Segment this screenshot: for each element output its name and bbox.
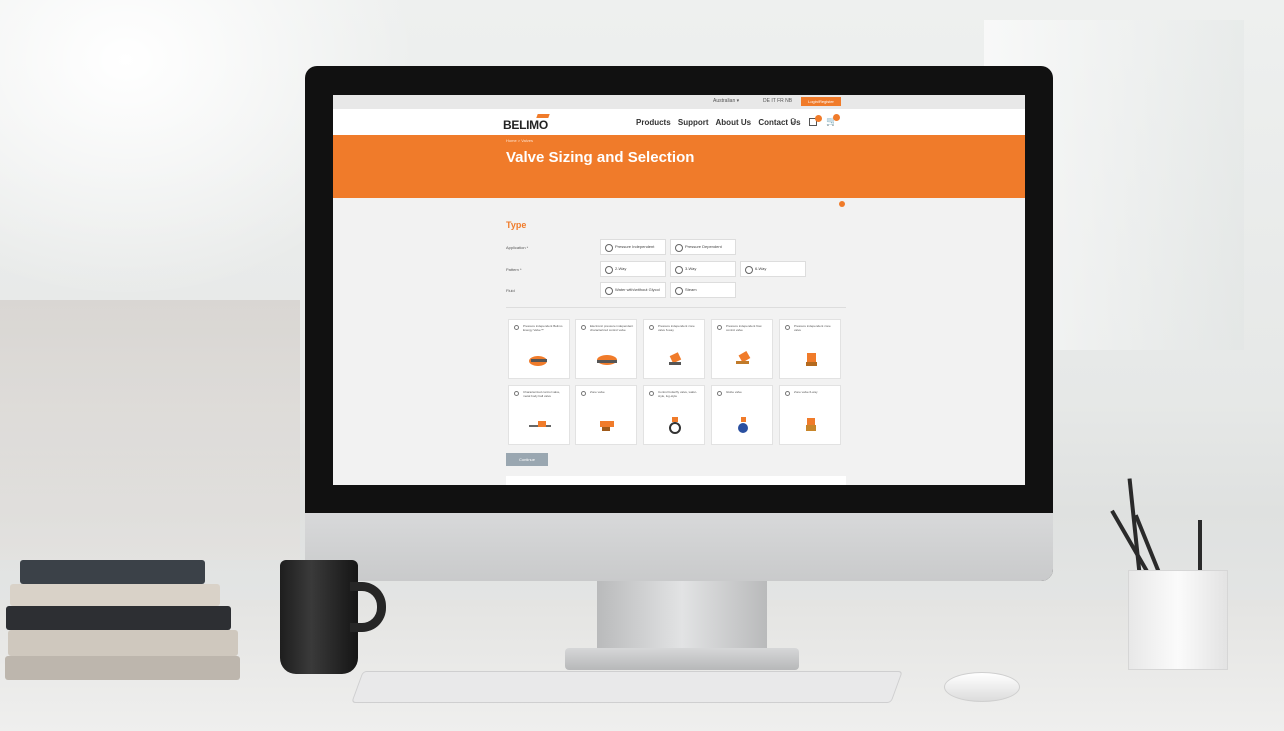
hero-banner: Home > Valves Valve Sizing and Selection (333, 135, 1025, 198)
belimo-logo[interactable]: BELIMO (503, 118, 548, 132)
nav-support[interactable]: Support (678, 118, 709, 127)
monitor-chin (305, 513, 1053, 581)
product-card[interactable]: Control butterfly valve, wafer-style, lu… (643, 385, 705, 445)
product-card[interactable]: Characterized control valve, metal body … (508, 385, 570, 445)
page-title: Valve Sizing and Selection (506, 149, 695, 166)
product-radio[interactable] (785, 391, 790, 396)
product-card[interactable]: Pressure independent zone valve 6-way (643, 319, 705, 379)
background-shelf (0, 300, 300, 560)
book (8, 630, 238, 656)
product-label: Pressure independent zone valve 6-way (658, 324, 695, 332)
site-header: BELIMO Products Support About Us Contact… (333, 109, 1025, 135)
product-radio[interactable] (649, 391, 654, 396)
option-3-way[interactable]: 3-Way (670, 261, 736, 277)
nav-products[interactable]: Products (636, 118, 671, 127)
mouse (944, 672, 1020, 702)
breadcrumb[interactable]: Home > Valves (506, 138, 533, 143)
valve-image (529, 421, 551, 427)
application-label: Application * (506, 245, 529, 250)
product-label: Characterized control valve, metal body … (523, 390, 561, 398)
language-codes[interactable]: DE IT FR NB (763, 98, 792, 104)
valve-image (806, 418, 816, 431)
option-2-way[interactable]: 2-Way (600, 261, 666, 277)
pencil (1198, 520, 1202, 575)
logo-accent (536, 114, 550, 118)
type-heading: Type (506, 220, 527, 230)
product-label: Electronic pressure independent characte… (590, 324, 634, 332)
monitor-stand-base (565, 648, 799, 670)
book (5, 656, 240, 680)
product-label: Pressure independent zone valve (794, 324, 831, 332)
product-radio[interactable] (581, 325, 586, 330)
valve-image (736, 351, 751, 364)
product-radio[interactable] (649, 325, 654, 330)
option-pressure-dependent[interactable]: Pressure Dependent (670, 239, 736, 255)
option-water-glycol[interactable]: Water with/without Glycol (600, 282, 666, 298)
valve-image (669, 352, 682, 365)
continue-button[interactable]: Continue (506, 453, 548, 466)
product-radio[interactable] (514, 325, 519, 330)
product-card[interactable]: Pressure independent zone valve (779, 319, 841, 379)
product-label: Globe valve (726, 390, 742, 394)
notebook (20, 560, 205, 584)
fluid-label: Fluid (506, 288, 515, 293)
product-label: Pressure independent flow control valve (726, 324, 762, 332)
valve-image (600, 421, 614, 431)
results-panel (506, 476, 846, 485)
keyboard (351, 671, 903, 703)
nav-about-us[interactable]: About Us (716, 118, 752, 127)
product-radio[interactable] (581, 391, 586, 396)
compare-badge (815, 115, 822, 122)
option-pressure-independent[interactable]: Pressure Independent (600, 239, 666, 255)
product-radio[interactable] (717, 391, 722, 396)
product-card[interactable]: Zone valve 6-way (779, 385, 841, 445)
product-card[interactable]: Zone valve (575, 385, 637, 445)
product-label: Pressure independent Belimo Energy Valve… (523, 324, 563, 332)
book (10, 584, 220, 606)
login-button[interactable]: Login/Register (801, 97, 841, 106)
pencil-holder (1128, 570, 1228, 670)
desk-scene: Australian ▾ DE IT FR NB Login/Register … (0, 0, 1284, 731)
valve-image (669, 417, 681, 434)
section-divider (506, 307, 846, 308)
product-card[interactable]: Globe valve (711, 385, 773, 445)
product-label: Zone valve 6-way (794, 390, 818, 394)
utility-bar: Australian ▾ DE IT FR NB Login/Register (333, 95, 1025, 109)
product-radio[interactable] (717, 325, 722, 330)
pattern-label: Pattern * (506, 267, 522, 272)
product-label: Zone valve (590, 390, 605, 394)
option-6-way[interactable]: 6-Way (740, 261, 806, 277)
option-steam[interactable]: Steam (670, 282, 736, 298)
monitor-stand-neck (597, 581, 767, 651)
product-radio[interactable] (514, 391, 519, 396)
valve-image (597, 355, 617, 365)
product-label: Control butterfly valve, wafer-style, lu… (658, 390, 698, 398)
valve-image (806, 353, 817, 366)
close-icon[interactable] (839, 201, 845, 207)
search-icon[interactable]: ⚲ (790, 117, 796, 126)
product-card[interactable]: Electronic pressure independent characte… (575, 319, 637, 379)
valve-image (529, 356, 547, 366)
cart-badge (833, 114, 840, 121)
product-card[interactable]: Pressure independent Belimo Energy Valve… (508, 319, 570, 379)
product-radio[interactable] (785, 325, 790, 330)
monitor-screen: Australian ▾ DE IT FR NB Login/Register … (333, 95, 1025, 485)
product-card[interactable]: Pressure independent flow control valve (711, 319, 773, 379)
book (6, 606, 231, 630)
valve-image (738, 417, 748, 433)
language-selector[interactable]: Australian ▾ (713, 98, 739, 104)
coffee-mug (280, 560, 358, 674)
main-nav: Products Support About Us Contact Us (636, 118, 806, 127)
